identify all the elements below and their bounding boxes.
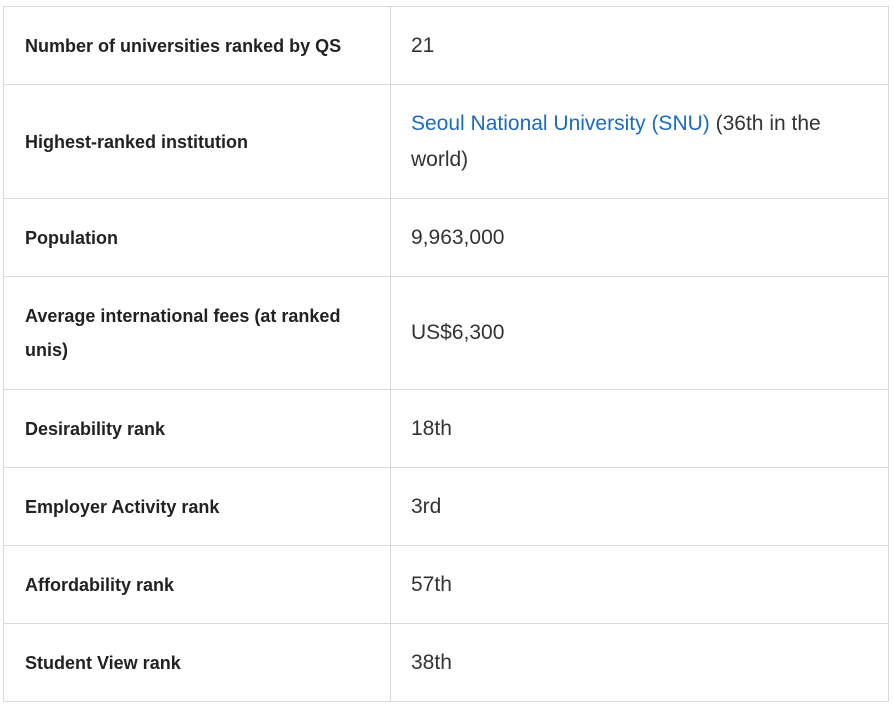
row-value-universities-ranked: 21 xyxy=(390,6,889,85)
row-value-student-view-rank: 38th xyxy=(390,623,889,702)
table-row: Average international fees (at ranked un… xyxy=(3,276,889,390)
row-value-international-fees: US$6,300 xyxy=(390,276,889,390)
table-row: Highest-ranked institution Seoul Nationa… xyxy=(3,84,889,199)
row-label-universities-ranked: Number of universities ranked by QS xyxy=(3,6,391,85)
city-facts-table: Number of universities ranked by QS 21 H… xyxy=(3,6,889,702)
table-row: Desirability rank 18th xyxy=(3,389,889,468)
snu-link[interactable]: Seoul National University (SNU) xyxy=(411,112,710,135)
row-label-desirability-rank: Desirability rank xyxy=(3,389,391,468)
row-label-affordability-rank: Affordability rank xyxy=(3,545,391,624)
table-row: Population 9,963,000 xyxy=(3,198,889,277)
row-label-population: Population xyxy=(3,198,391,277)
row-label-international-fees: Average international fees (at ranked un… xyxy=(3,276,391,390)
row-value-desirability-rank: 18th xyxy=(390,389,889,468)
row-value-employer-activity-rank: 3rd xyxy=(390,467,889,546)
table-row: Affordability rank 57th xyxy=(3,545,889,624)
row-value-affordability-rank: 57th xyxy=(390,545,889,624)
row-label-employer-activity-rank: Employer Activity rank xyxy=(3,467,391,546)
row-value-highest-ranked: Seoul National University (SNU) (36th in… xyxy=(390,84,889,199)
row-label-student-view-rank: Student View rank xyxy=(3,623,391,702)
table-row: Number of universities ranked by QS 21 xyxy=(3,6,889,85)
row-label-highest-ranked: Highest-ranked institution xyxy=(3,84,391,199)
row-value-population: 9,963,000 xyxy=(390,198,889,277)
table-row: Employer Activity rank 3rd xyxy=(3,467,889,546)
table-row: Student View rank 38th xyxy=(3,623,889,702)
